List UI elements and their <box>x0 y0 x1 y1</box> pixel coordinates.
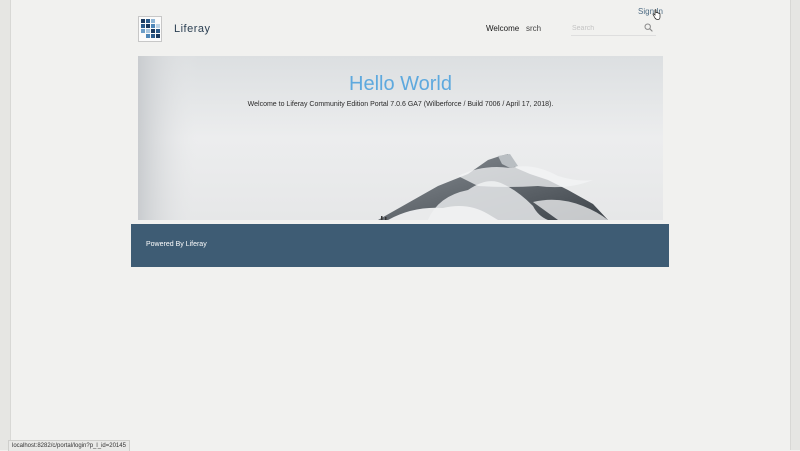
liferay-logo-icon <box>141 19 160 38</box>
footer-liferay-link[interactable]: Liferay <box>186 241 207 248</box>
hand-cursor-icon <box>652 9 661 20</box>
window-left-edge <box>0 0 11 450</box>
search-icon[interactable] <box>644 23 653 32</box>
page-footer: Powered By Liferay <box>131 224 669 267</box>
nav-item-srch[interactable]: srch <box>526 24 541 33</box>
hero-title: Hello World <box>349 73 452 95</box>
site-name[interactable]: Liferay <box>174 23 211 35</box>
browser-status-bar: localhost:8282/c/portal/login?p_l_id=201… <box>8 440 130 451</box>
nav-item-welcome[interactable]: Welcome <box>486 24 519 33</box>
footer-credit: Powered By Liferay <box>146 241 207 248</box>
site-logo[interactable] <box>138 16 162 42</box>
hero-banner: Hello World Welcome to Liferay Community… <box>138 56 663 220</box>
hero-subtitle: Welcome to Liferay Community Edition Por… <box>247 101 554 108</box>
window-right-edge <box>790 0 800 450</box>
footer-prefix: Powered By <box>146 241 186 248</box>
